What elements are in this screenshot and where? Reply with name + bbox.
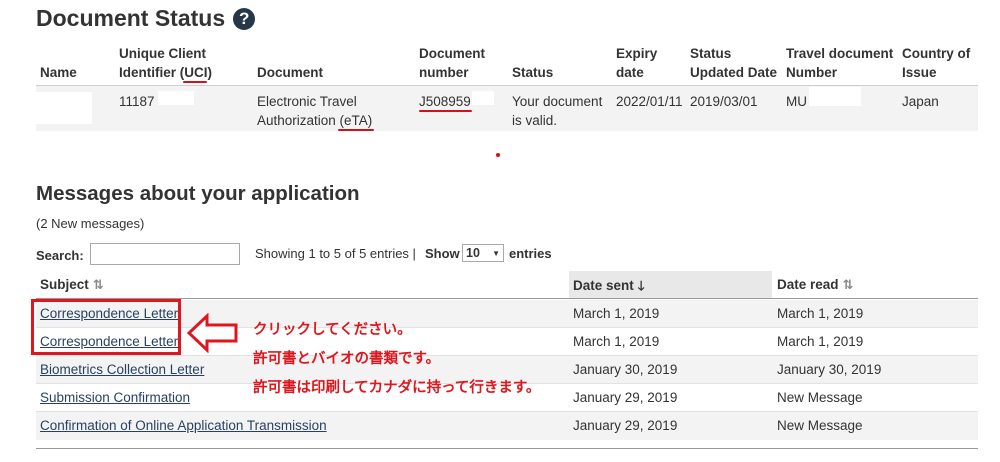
col-uci-2: Identifier (UCI)	[119, 65, 212, 80]
col-expiry-1: Expiry	[616, 46, 658, 61]
col-date-sent[interactable]: Date sent 🡓	[573, 277, 645, 299]
search-input[interactable]	[90, 243, 240, 265]
table-row: Confirmation of Online Application Trans…	[36, 412, 978, 440]
annotation-note-2: 許可書とバイオの書類です。	[253, 351, 441, 367]
col-travel-1: Travel document	[786, 46, 894, 61]
page-title: Document Status	[36, 5, 226, 31]
date-sent: March 1, 2019	[573, 306, 660, 321]
page-size-value: 10	[466, 246, 480, 260]
annotation-underline-uci	[183, 81, 207, 83]
document-line2: Authorization (eTA)	[257, 113, 373, 128]
arrow-left-icon	[187, 313, 238, 353]
search-label: Search:	[36, 248, 84, 263]
col-date-read-label: Date read	[777, 277, 839, 292]
subject-link[interactable]: Submission Confirmation	[40, 390, 190, 406]
date-read: March 1, 2019	[777, 334, 864, 349]
show-label: Show	[425, 246, 460, 261]
col-updated-1: Status	[690, 46, 732, 61]
col-date-read[interactable]: Date read ⇅	[777, 277, 853, 293]
col-country-1: Country of	[902, 46, 971, 61]
entries-label: entries	[509, 246, 552, 261]
redacted-docnum	[472, 91, 494, 105]
col-date-sent-label: Date sent	[573, 278, 634, 293]
redacted-uci	[158, 91, 194, 105]
travel-doc-value: MU	[786, 94, 807, 109]
sort-both-icon: ⇅	[842, 277, 854, 292]
date-sent: January 29, 2019	[573, 390, 678, 405]
entries-info: Showing 1 to 5 of 5 entries |	[255, 246, 416, 261]
col-document: Document	[257, 65, 324, 80]
annotation-box	[31, 299, 181, 355]
document-line1: Electronic Travel	[257, 94, 357, 109]
col-uci-1: Unique Client	[119, 46, 206, 61]
annotation-note-1: クリックしてください。	[253, 322, 412, 338]
thead-subject-bg	[36, 271, 568, 299]
date-read: March 1, 2019	[777, 306, 864, 321]
uci-value: 11187	[119, 94, 155, 109]
date-read: January 30, 2019	[777, 362, 882, 377]
annotation-note-3: 許可書は印刷してカナダに持って行きます。	[253, 380, 541, 396]
chevron-down-icon: ▼	[492, 248, 500, 258]
subject-link[interactable]: Confirmation of Online Application Trans…	[40, 418, 327, 434]
annotation-dot	[496, 153, 500, 157]
country-value: Japan	[902, 94, 939, 109]
date-sent: January 30, 2019	[573, 362, 678, 377]
col-updated-2: Updated Date	[690, 65, 778, 80]
date-read: New Message	[777, 390, 863, 405]
col-subject[interactable]: Subject ⇅	[40, 277, 104, 293]
status-line1: Your document	[512, 94, 603, 109]
redacted-name	[36, 92, 92, 124]
new-messages-count: (2 New messages)	[36, 216, 145, 231]
document-status-title: Document Status ?	[36, 5, 256, 32]
status-line2: is valid.	[512, 113, 558, 128]
col-docnum-1: Document	[419, 46, 486, 61]
expiry-value: 2022/01/11	[616, 94, 683, 109]
date-read: New Message	[777, 418, 863, 433]
help-icon[interactable]: ?	[233, 7, 256, 30]
col-country-2: Issue	[902, 65, 937, 80]
redacted-travel-doc	[809, 87, 861, 106]
col-name: Name	[40, 65, 77, 80]
messages-title: Messages about your application	[36, 182, 360, 205]
date-sent: January 29, 2019	[573, 418, 678, 433]
col-subject-label: Subject	[40, 277, 89, 292]
sort-both-icon: ⇅	[92, 277, 104, 292]
col-travel-2: Number	[786, 65, 838, 80]
doc-number-value: J508959	[419, 94, 471, 109]
sort-desc-icon: 🡓	[637, 278, 645, 293]
annotation-underline-docnum	[419, 110, 472, 112]
subject-link[interactable]: Biometrics Collection Letter	[40, 362, 204, 378]
date-sent: March 1, 2019	[573, 334, 660, 349]
col-status: Status	[512, 65, 554, 80]
annotation-underline-eta	[338, 129, 374, 131]
col-docnum-2: number	[419, 65, 469, 80]
col-expiry-2: date	[616, 65, 644, 80]
table-bottom-rule	[36, 448, 978, 449]
updated-value: 2019/03/01	[690, 94, 758, 109]
page-size-select[interactable]: 10 ▼	[462, 244, 504, 262]
